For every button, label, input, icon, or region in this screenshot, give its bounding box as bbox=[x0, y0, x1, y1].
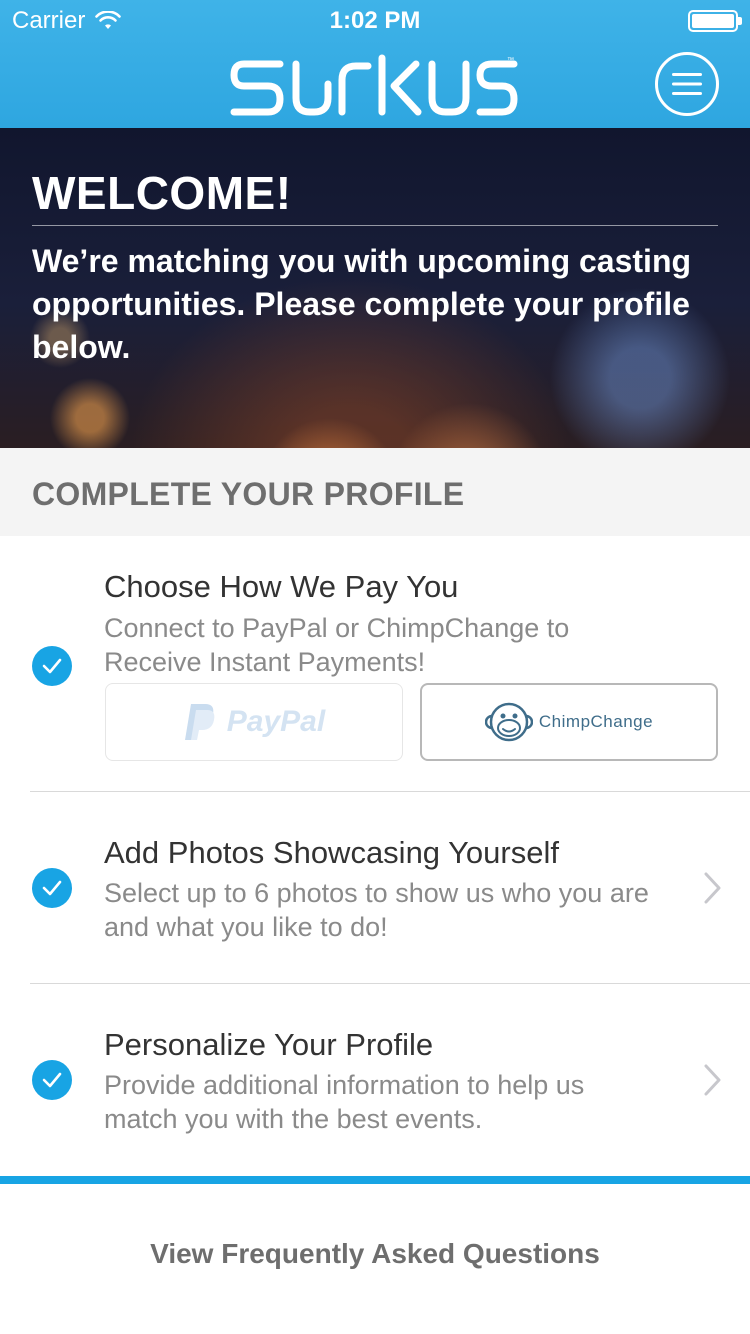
surkus-logo: ™ bbox=[230, 54, 518, 116]
section-header: COMPLETE YOUR PROFILE bbox=[0, 448, 750, 536]
menu-button[interactable] bbox=[655, 52, 719, 116]
chevron-right-icon[interactable] bbox=[700, 1062, 724, 1098]
section-title: COMPLETE YOUR PROFILE bbox=[32, 476, 465, 512]
chimpchange-button[interactable]: ChimpChange bbox=[420, 683, 718, 761]
profile-step-photos[interactable]: Add Photos Showcasing Yourself Select up… bbox=[0, 792, 750, 983]
checkmark-icon bbox=[32, 646, 72, 686]
trademark-mark: ™ bbox=[507, 57, 514, 64]
profile-step-personalize[interactable]: Personalize Your Profile Provide additio… bbox=[0, 984, 750, 1174]
step-description: Select up to 6 photos to show us who you… bbox=[104, 878, 649, 942]
step-title: Add Photos Showcasing Yourself bbox=[104, 835, 559, 870]
app-header: Carrier 1:02 PM ™ bbox=[0, 0, 750, 128]
chimp-monkey-icon bbox=[484, 702, 533, 742]
paypal-logo-icon bbox=[184, 704, 215, 740]
checkmark-icon bbox=[32, 1060, 72, 1100]
step-title: Personalize Your Profile bbox=[104, 1027, 434, 1062]
status-time: 1:02 PM bbox=[329, 7, 421, 34]
welcome-title: WELCOME! bbox=[32, 167, 292, 219]
welcome-hero: WELCOME! We’re matching you with upcomin… bbox=[0, 128, 750, 448]
paypal-label: PayPal bbox=[226, 705, 326, 738]
battery-icon bbox=[688, 10, 742, 32]
welcome-message: We’re matching you with upcoming casting… bbox=[32, 243, 692, 365]
step-description: Provide additional information to help u… bbox=[104, 1070, 585, 1134]
faq-link[interactable]: View Frequently Asked Questions bbox=[0, 1238, 750, 1270]
hero-divider bbox=[32, 225, 718, 226]
chimpchange-label: ChimpChange bbox=[538, 712, 654, 731]
chevron-right-icon[interactable] bbox=[700, 870, 724, 906]
step-title: Choose How We Pay You bbox=[104, 569, 459, 604]
checkmark-icon bbox=[32, 868, 72, 908]
paypal-button[interactable]: PayPal bbox=[105, 683, 403, 761]
step-description: Connect to PayPal or ChimpChange to Rece… bbox=[104, 613, 570, 677]
status-bar: Carrier 1:02 PM bbox=[0, 0, 750, 40]
hamburger-menu-icon bbox=[672, 73, 702, 95]
accent-bar bbox=[0, 1176, 750, 1184]
